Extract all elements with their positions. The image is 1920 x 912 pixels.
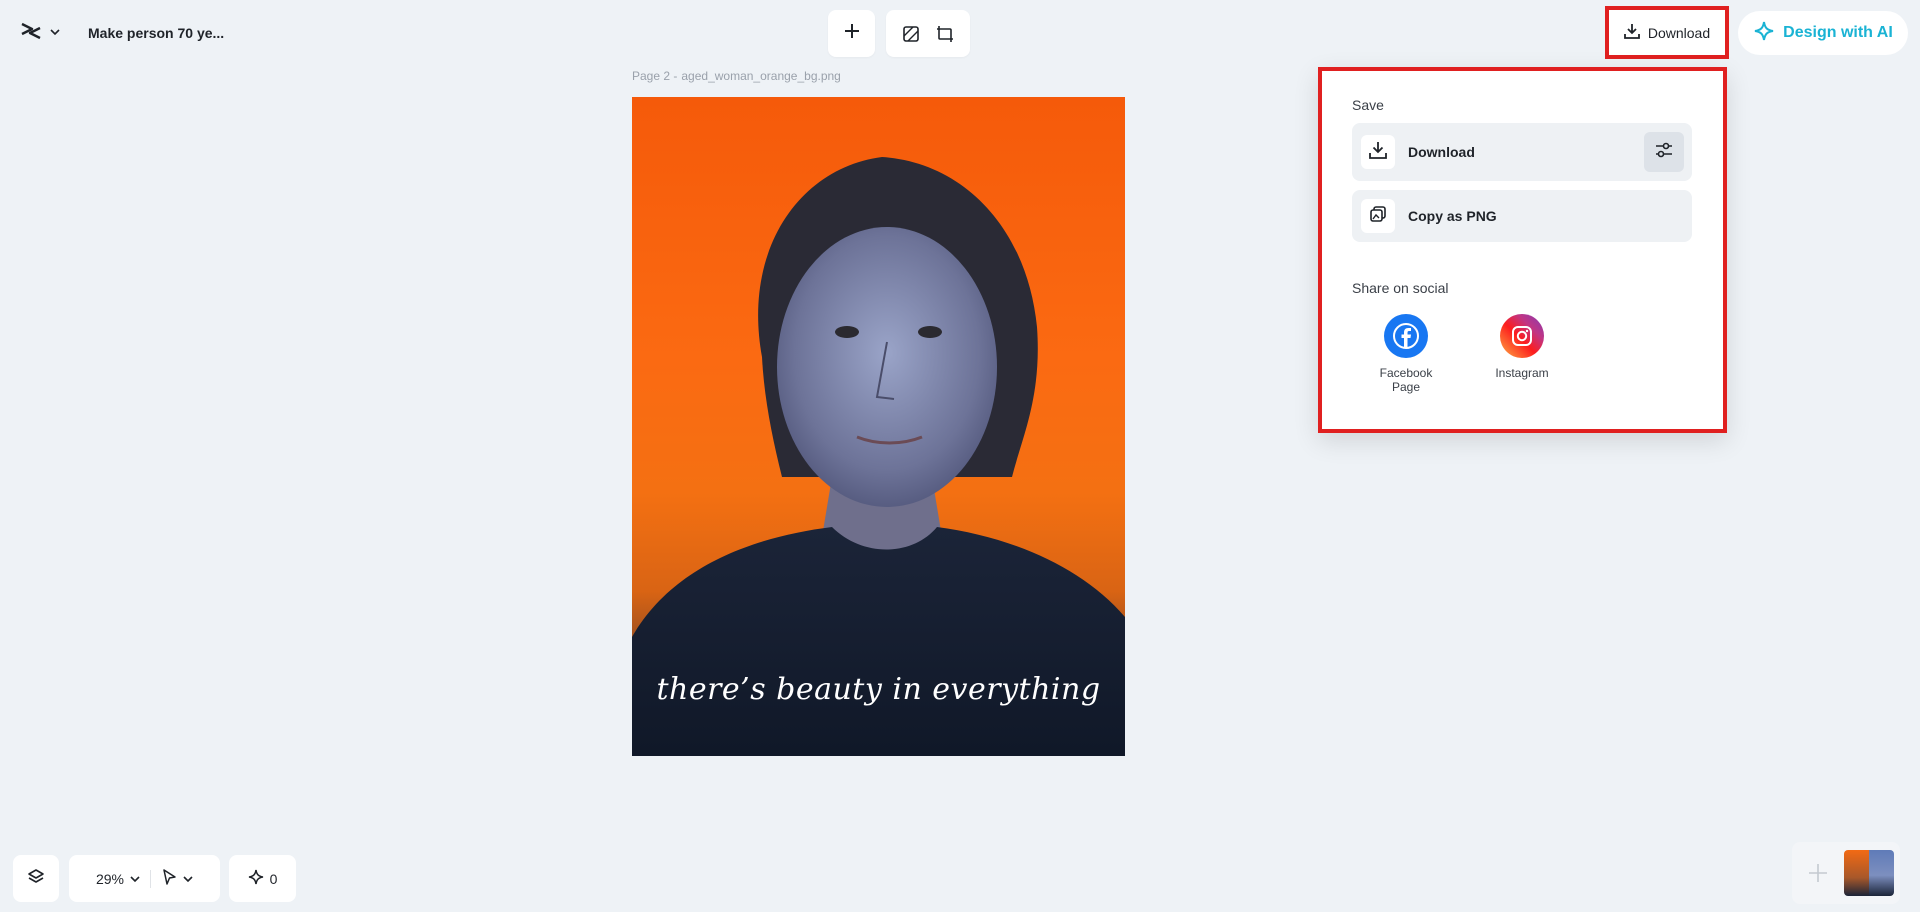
zoom-value: 29% — [95, 870, 125, 887]
sliders-icon — [1655, 142, 1673, 163]
pointer-tool-dropdown[interactable] — [161, 869, 193, 888]
thumbnail-page-2 — [1869, 850, 1894, 896]
download-button[interactable]: Download — [1605, 6, 1729, 59]
page-file-name: aged_woman_orange_bg.png — [681, 69, 841, 83]
zoom-and-pointer-controls: 29% — [69, 855, 220, 902]
ai-sparkle-icon — [1753, 20, 1775, 47]
download-icon — [1623, 23, 1640, 42]
copy-option-icon-box — [1361, 199, 1395, 233]
chevron-down-icon — [183, 871, 193, 887]
download-settings-button[interactable] — [1644, 132, 1684, 172]
app-header-left: Make person 70 ye... — [12, 14, 234, 52]
copy-option-label: Copy as PNG — [1408, 208, 1497, 224]
page-label: Page 2 - aged_woman_orange_bg.png — [632, 69, 841, 83]
facebook-label-line2: Page — [1391, 380, 1420, 394]
pointer-icon — [161, 869, 177, 888]
download-option[interactable]: Download — [1352, 123, 1692, 181]
canvas-image[interactable]: there’s beauty in everything — [632, 97, 1125, 756]
ai-credits-button[interactable]: 0 — [229, 855, 296, 902]
layers-icon — [27, 868, 45, 889]
chevron-down-icon — [130, 871, 140, 887]
chevron-down-icon — [50, 24, 60, 42]
share-section-title: Share on social — [1352, 280, 1449, 296]
design-ai-label: Design with AI — [1783, 24, 1893, 41]
canvas-quote-text[interactable]: there’s beauty in everything — [632, 672, 1125, 707]
background-icon[interactable] — [900, 23, 922, 45]
share-facebook-page[interactable]: Facebook Page — [1366, 314, 1446, 394]
page-thumbnail[interactable] — [1844, 850, 1894, 896]
facebook-label-line1: Facebook — [1379, 366, 1433, 380]
add-button[interactable] — [828, 10, 875, 57]
design-with-ai-button[interactable]: Design with AI — [1738, 11, 1908, 55]
sparkle-icon — [248, 869, 264, 888]
plus-icon — [843, 22, 861, 45]
resize-icon[interactable] — [934, 23, 956, 45]
facebook-icon — [1384, 314, 1428, 358]
page-number: Page 2 - — [632, 69, 678, 83]
document-title[interactable]: Make person 70 ye... — [78, 14, 234, 52]
layers-button[interactable] — [13, 855, 59, 902]
portrait-illustration — [632, 157, 1125, 756]
copy-image-icon — [1369, 205, 1387, 228]
zoom-dropdown[interactable]: 29% — [96, 871, 140, 887]
download-panel: Save Download Copy as PNG Share on socia… — [1318, 67, 1727, 433]
download-icon — [1369, 141, 1387, 164]
download-option-icon-box — [1361, 135, 1395, 169]
share-instagram[interactable]: Instagram — [1482, 314, 1562, 380]
thumbnail-page-1 — [1844, 850, 1869, 896]
instagram-label: Instagram — [1495, 366, 1549, 380]
download-label: Download — [1647, 24, 1711, 41]
page-thumbnails — [1792, 842, 1900, 904]
download-option-label: Download — [1408, 144, 1475, 160]
save-section-title: Save — [1352, 97, 1384, 113]
copy-as-png-option[interactable]: Copy as PNG — [1352, 190, 1692, 242]
add-page-button[interactable] — [1802, 857, 1834, 889]
capcut-logo-icon — [20, 22, 42, 45]
app-menu-button[interactable] — [12, 14, 68, 52]
instagram-icon — [1500, 314, 1544, 358]
facebook-label: Facebook Page — [1380, 366, 1433, 394]
plus-icon — [1809, 864, 1827, 882]
canvas-tools — [886, 10, 970, 57]
divider — [150, 869, 152, 888]
ai-credits-count: 0 — [269, 870, 278, 887]
